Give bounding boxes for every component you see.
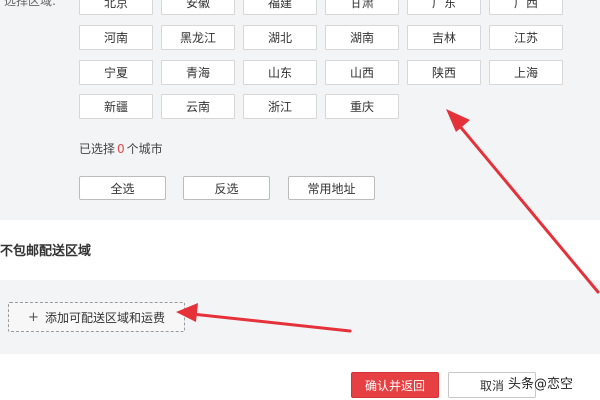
region-picker-label: 选择区域: <box>4 0 57 8</box>
province-button-shaanxi[interactable]: 陕西 <box>407 60 481 85</box>
select-all-button[interactable]: 全选 <box>79 176 166 200</box>
province-button-guangdong[interactable]: 广东 <box>407 0 481 15</box>
region-picker-panel: 选择区域: 北京 安徽 福建 甘肃 广东 广西 河南 黑龙江 湖北 湖南 吉林 … <box>0 0 600 220</box>
province-button-shanghai[interactable]: 上海 <box>489 60 563 85</box>
province-button-ningxia[interactable]: 宁夏 <box>79 60 153 85</box>
province-button-yunnan[interactable]: 云南 <box>161 94 235 119</box>
province-button-guangxi[interactable]: 广西 <box>489 0 563 15</box>
province-button-henan[interactable]: 河南 <box>79 25 153 50</box>
province-button-beijing[interactable]: 北京 <box>79 0 153 15</box>
province-button-anhui[interactable]: 安徽 <box>161 0 235 15</box>
plus-icon: + <box>28 309 39 325</box>
invert-selection-button[interactable]: 反选 <box>183 176 270 200</box>
province-button-jiangsu[interactable]: 江苏 <box>489 25 563 50</box>
province-button-xinjiang[interactable]: 新疆 <box>79 94 153 119</box>
province-button-hubei[interactable]: 湖北 <box>243 25 317 50</box>
no-free-shipping-region-title: 不包邮配送区域 <box>0 244 92 259</box>
add-delivery-area-button[interactable]: + 添加可配送区域和运费 <box>8 302 185 332</box>
watermark: 头条@恋空 <box>508 377 574 392</box>
province-button-gansu[interactable]: 甘肃 <box>325 0 399 15</box>
selected-count-prefix: 已选择 <box>79 142 116 156</box>
add-area-panel: + 添加可配送区域和运费 <box>0 280 600 354</box>
province-button-hunan[interactable]: 湖南 <box>325 25 399 50</box>
province-button-jilin[interactable]: 吉林 <box>407 25 481 50</box>
confirm-and-return-button[interactable]: 确认并返回 <box>351 372 439 398</box>
province-button-shandong[interactable]: 山东 <box>243 60 317 85</box>
selected-count-suffix: 个城市 <box>126 142 163 156</box>
province-button-heilongjiang[interactable]: 黑龙江 <box>161 25 235 50</box>
province-button-qinghai[interactable]: 青海 <box>161 60 235 85</box>
province-button-shanxi[interactable]: 山西 <box>325 60 399 85</box>
add-delivery-area-label: 添加可配送区域和运费 <box>44 310 165 325</box>
shipping-template-editor: 选择区域: 北京 安徽 福建 甘肃 广东 广西 河南 黑龙江 湖北 湖南 吉林 … <box>0 0 600 400</box>
province-button-zhejiang[interactable]: 浙江 <box>243 94 317 119</box>
common-address-button[interactable]: 常用地址 <box>288 176 375 200</box>
selected-count-number: 0 <box>117 142 125 156</box>
province-button-fujian[interactable]: 福建 <box>243 0 317 15</box>
selected-city-count: 已选择 0 个城市 <box>79 140 163 157</box>
province-button-chongqing[interactable]: 重庆 <box>325 94 399 119</box>
